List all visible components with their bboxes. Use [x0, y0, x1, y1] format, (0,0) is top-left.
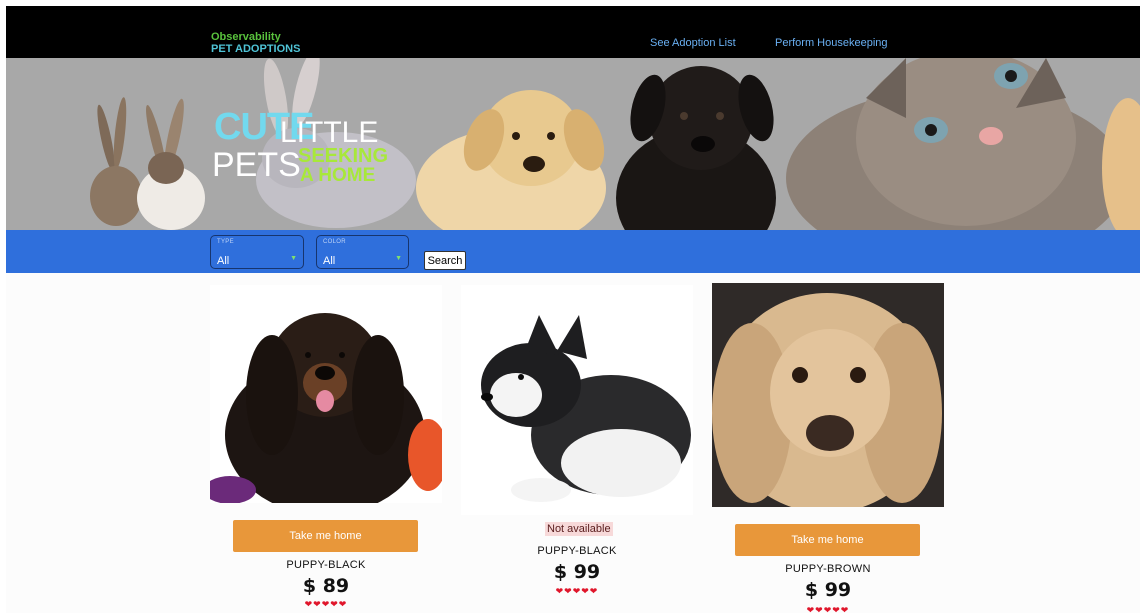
search-button[interactable]: Search — [424, 251, 466, 270]
hero-pets-illustration — [90, 58, 1140, 230]
type-select[interactable]: TYPE All ▼ — [210, 235, 304, 269]
pet-price: $ 99 — [804, 579, 852, 601]
hero-word-little: LITTLE — [280, 116, 379, 149]
type-select-value: All — [217, 255, 230, 267]
take-me-home-button[interactable]: Take me home — [233, 520, 418, 552]
color-select[interactable]: COLOR All ▼ — [316, 235, 409, 269]
pet-name: PUPPY-BROWN — [785, 563, 871, 575]
heart-icon: ❤❤❤❤❤ — [806, 605, 850, 613]
availability-status: Not available — [545, 522, 613, 536]
color-select-value: All — [323, 255, 336, 267]
pet-photo[interactable] — [210, 285, 442, 503]
page: Observability PET ADOPTIONS See Adoption… — [6, 6, 1140, 613]
brand-line-1: Observability — [211, 31, 281, 43]
chevron-down-icon: ▼ — [290, 255, 297, 262]
filter-bar: TYPE All ▼ COLOR All ▼ Search — [6, 230, 1140, 273]
black-puppy-illustration — [616, 66, 776, 230]
pet-price: $ 89 — [302, 575, 350, 597]
brand-logo[interactable]: Observability PET ADOPTIONS — [211, 31, 300, 55]
top-nav: Observability PET ADOPTIONS See Adoption… — [6, 6, 1140, 58]
pet-photo[interactable] — [461, 285, 693, 515]
heart-icon: ❤❤❤❤❤ — [555, 586, 599, 596]
take-me-home-button[interactable]: Take me home — [735, 524, 920, 556]
pet-name: PUPPY-BLACK — [286, 559, 366, 571]
hero-tagline: CUTE LITTLE PETS SEEKING A HOME — [212, 108, 414, 198]
hero-banner: CUTE LITTLE PETS SEEKING A HOME — [6, 58, 1140, 230]
pet-name: PUPPY-BLACK — [537, 545, 617, 557]
hero-word-pets: PETS — [212, 146, 301, 184]
kitten-illustration — [786, 58, 1140, 230]
color-select-label: COLOR — [323, 239, 346, 245]
hero-word-seeking: SEEKING — [298, 145, 389, 167]
type-select-label: TYPE — [217, 239, 234, 245]
pet-grid: Take me home PUPPY-BLACK $ 89 ❤❤❤❤❤ Not … — [6, 273, 1140, 613]
heart-icon: ❤❤❤❤❤ — [304, 599, 348, 609]
brand-line-2: PET ADOPTIONS — [211, 43, 301, 55]
pet-photo[interactable] — [712, 283, 944, 507]
pet-price: $ 99 — [553, 561, 601, 583]
nav-link-adoption-list[interactable]: See Adoption List — [650, 37, 736, 49]
yellow-puppy-illustration — [416, 90, 606, 230]
nav-link-housekeeping[interactable]: Perform Housekeeping — [775, 37, 888, 49]
hero-word-a-home: A HOME — [300, 165, 376, 186]
chevron-down-icon: ▼ — [395, 255, 402, 262]
